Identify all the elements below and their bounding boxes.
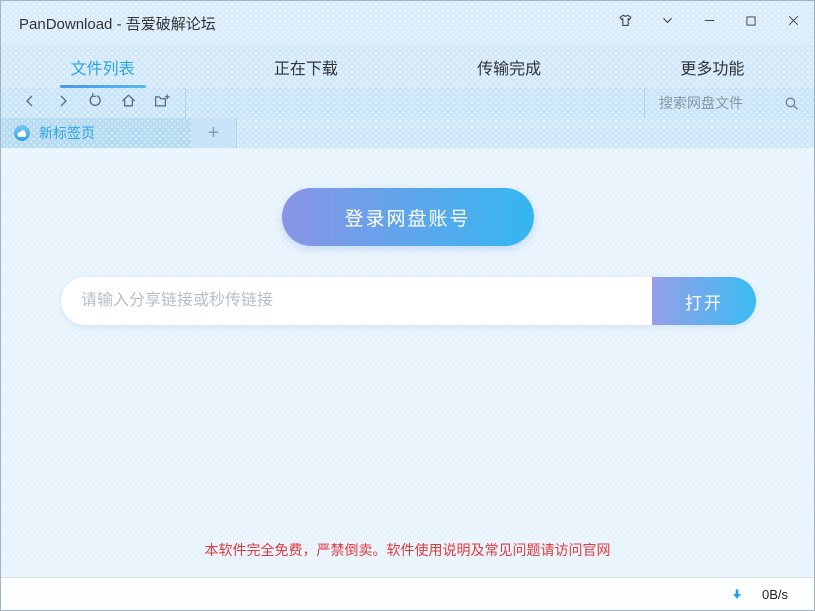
title-bar[interactable]: PanDownload - 吾爱破解论坛 bbox=[1, 1, 814, 45]
minimize-button[interactable] bbox=[688, 1, 730, 45]
maximize-button[interactable] bbox=[730, 1, 772, 45]
toolbar: 搜索网盘文件 bbox=[1, 88, 814, 118]
download-speed: 0B/s bbox=[762, 587, 788, 602]
tab-more-features[interactable]: 更多功能 bbox=[611, 45, 814, 88]
close-icon bbox=[786, 13, 801, 33]
active-tab-underline bbox=[60, 85, 146, 88]
home-button[interactable] bbox=[114, 90, 143, 116]
skin-button[interactable] bbox=[604, 1, 646, 45]
main-tab-bar: 文件列表 正在下载 传输完成 更多功能 bbox=[1, 45, 814, 88]
page-tab-label: 新标签页 bbox=[39, 123, 95, 143]
tab-label: 更多功能 bbox=[680, 55, 744, 79]
tab-label: 传输完成 bbox=[477, 55, 541, 79]
refresh-icon bbox=[87, 92, 104, 114]
cloud-icon bbox=[13, 124, 31, 142]
nav-icon-group bbox=[1, 88, 186, 118]
window-title: PanDownload - 吾爱破解论坛 bbox=[1, 13, 604, 34]
forward-icon bbox=[55, 93, 71, 114]
chevron-down-icon bbox=[660, 13, 675, 33]
refresh-button[interactable] bbox=[81, 90, 110, 116]
new-tab-button[interactable]: + bbox=[191, 118, 237, 148]
tab-downloading[interactable]: 正在下载 bbox=[204, 45, 407, 88]
page-tab-new[interactable]: 新标签页 bbox=[1, 118, 191, 148]
maximize-icon bbox=[744, 14, 758, 33]
menu-button[interactable] bbox=[646, 1, 688, 45]
new-folder-button[interactable] bbox=[147, 90, 176, 116]
back-button[interactable] bbox=[15, 90, 44, 116]
forward-button[interactable] bbox=[48, 90, 77, 116]
close-button[interactable] bbox=[772, 1, 814, 45]
search-input[interactable]: 搜索网盘文件 bbox=[659, 93, 783, 113]
home-icon bbox=[120, 92, 137, 114]
window-controls bbox=[604, 1, 814, 45]
tab-label: 正在下载 bbox=[274, 55, 338, 79]
page-tab-strip: 新标签页 + bbox=[1, 118, 814, 148]
shirt-icon bbox=[617, 12, 634, 34]
back-icon bbox=[22, 93, 38, 114]
search-box[interactable]: 搜索网盘文件 bbox=[644, 88, 814, 118]
search-icon[interactable] bbox=[783, 95, 800, 112]
minimize-icon bbox=[702, 13, 717, 33]
new-folder-icon bbox=[153, 92, 171, 115]
login-button[interactable]: 登录网盘账号 bbox=[282, 188, 534, 246]
link-input-row: 打开 bbox=[61, 277, 756, 325]
tab-file-list[interactable]: 文件列表 bbox=[1, 45, 204, 88]
app-window: PanDownload - 吾爱破解论坛 bbox=[0, 0, 815, 611]
share-link-input[interactable] bbox=[61, 277, 652, 325]
tab-label: 文件列表 bbox=[71, 55, 135, 79]
tab-transfer-complete[interactable]: 传输完成 bbox=[408, 45, 611, 88]
free-software-notice: 本软件完全免费，严禁倒卖。软件使用说明及常见问题请访问官网 bbox=[1, 540, 814, 560]
open-button[interactable]: 打开 bbox=[652, 277, 756, 325]
download-arrow-icon bbox=[730, 587, 744, 602]
main-content: 登录网盘账号 打开 本软件完全免费，严禁倒卖。软件使用说明及常见问题请访问官网 bbox=[1, 148, 814, 577]
status-bar: 0B/s bbox=[1, 577, 814, 610]
